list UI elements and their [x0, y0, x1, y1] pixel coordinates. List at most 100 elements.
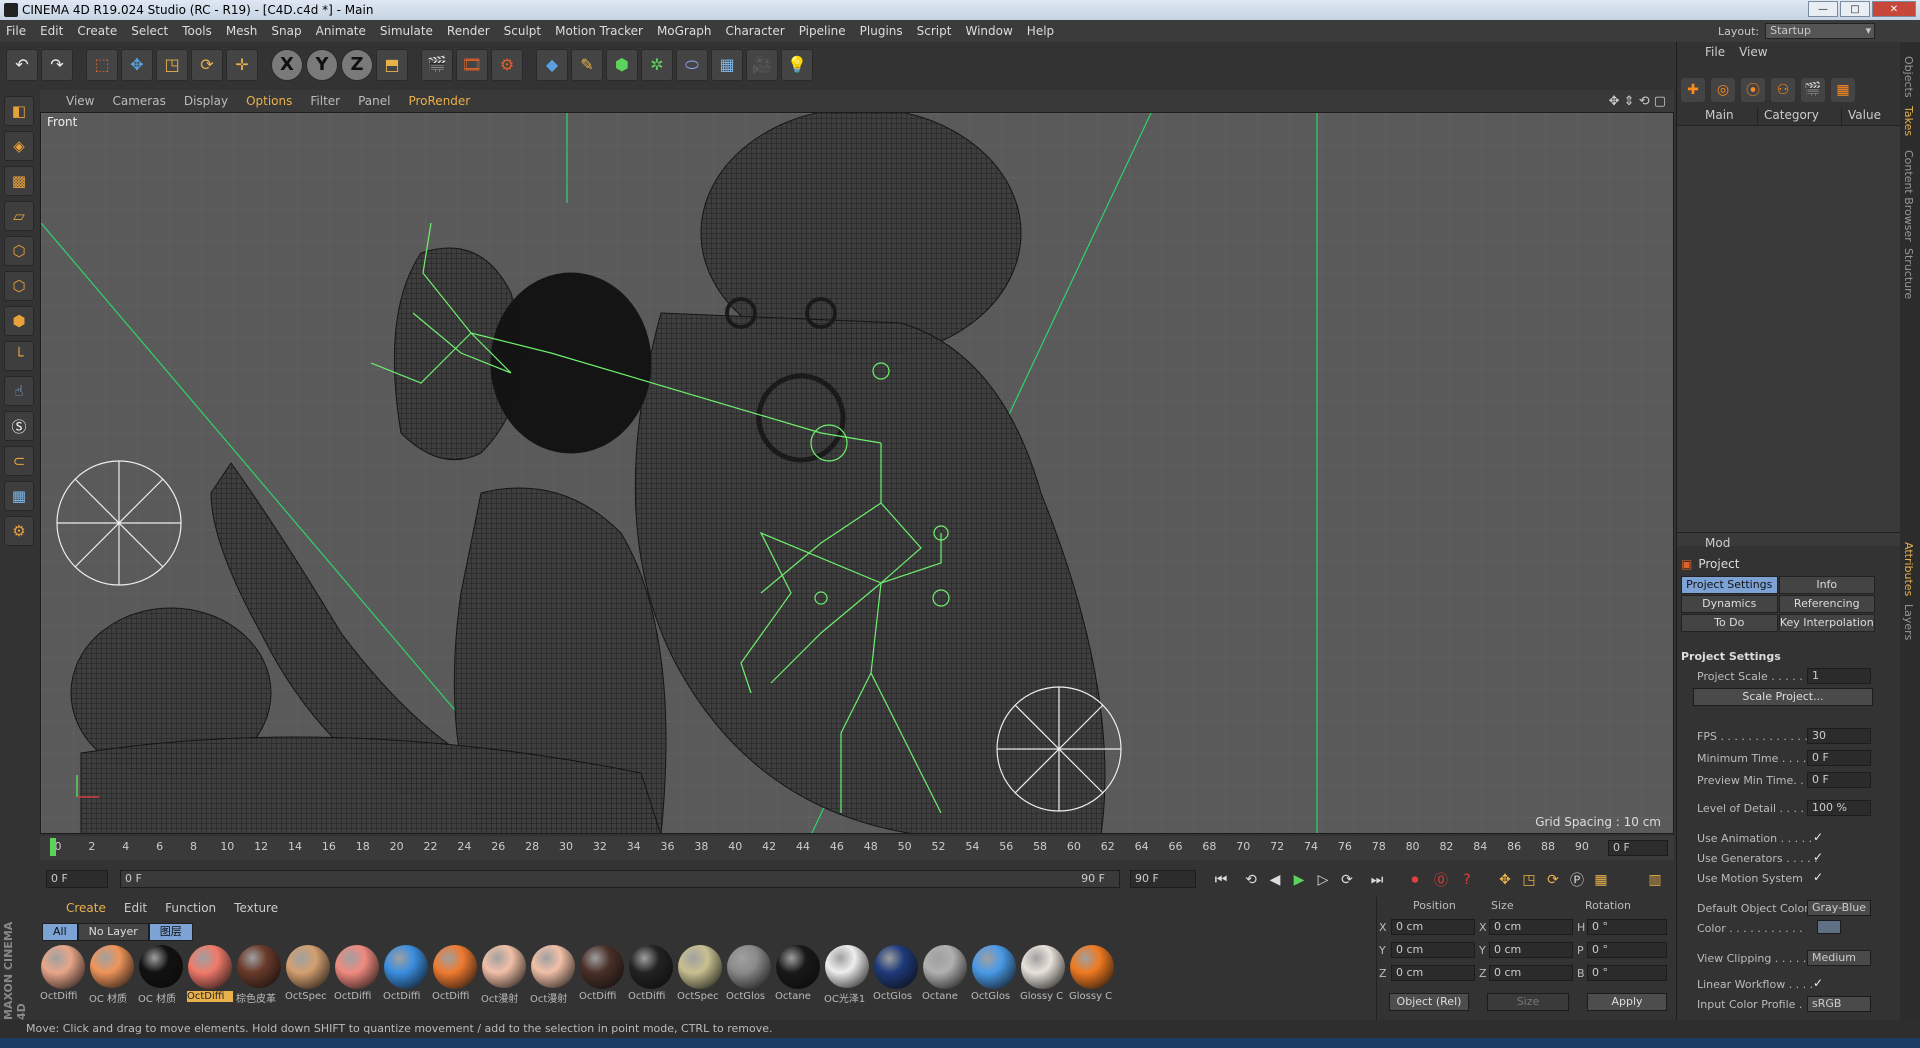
material-thumbnail[interactable]: OctDiffi	[187, 945, 233, 1005]
coordinate-mode-dropdown[interactable]: Object (Rel)	[1389, 993, 1469, 1011]
material-thumbnail[interactable]: OC 材质	[89, 945, 135, 1005]
cube-icon[interactable]: ◆	[536, 48, 568, 81]
camera-icon[interactable]: 🎥	[746, 48, 778, 81]
scale-tool-icon[interactable]: ◳	[156, 48, 188, 81]
side-tab-structure[interactable]: Structure	[1902, 248, 1915, 299]
solo-icon[interactable]: Ⓢ	[4, 411, 34, 441]
menu-snap[interactable]: Snap	[271, 24, 301, 38]
deformer-icon[interactable]: ⬭	[676, 48, 708, 81]
texture-mode-icon[interactable]: ▩	[4, 166, 34, 196]
material-thumbnail[interactable]: Glossy C	[1069, 945, 1115, 1005]
vp-menu-prorender[interactable]: ProRender	[408, 94, 470, 108]
minimize-button[interactable]: —	[1808, 1, 1838, 17]
rot-b-field[interactable]: 0 °	[1587, 965, 1667, 981]
size-mode-dropdown[interactable]: Size	[1487, 993, 1569, 1011]
tab-dynamics[interactable]: Dynamics	[1681, 595, 1778, 613]
mat-menu-function[interactable]: Function	[165, 901, 216, 915]
menu-motion-tracker[interactable]: Motion Tracker	[555, 24, 643, 38]
axis-mode-icon[interactable]: └	[4, 341, 34, 371]
workplane-lock-icon[interactable]: ▦	[4, 481, 34, 511]
material-thumbnail[interactable]: OctDiffi	[334, 945, 380, 1005]
menu-mograph[interactable]: MoGraph	[657, 24, 712, 38]
record-position-icon[interactable]: ✥	[1494, 869, 1516, 891]
takes-list[interactable]	[1677, 126, 1901, 546]
rotate-tool-icon[interactable]: ⟳	[191, 48, 223, 81]
material-thumbnail[interactable]: Glossy C	[1020, 945, 1066, 1005]
tab-referencing[interactable]: Referencing	[1778, 595, 1875, 613]
next-frame-icon[interactable]: ▷	[1312, 869, 1334, 891]
size-z-field[interactable]: 0 cm	[1489, 965, 1573, 981]
menu-select[interactable]: Select	[131, 24, 168, 38]
preview-range-slider[interactable]: 0 F 90 F	[120, 870, 1120, 888]
record-parameter-icon[interactable]: Ⓟ	[1566, 869, 1588, 891]
column-category[interactable]: Category	[1757, 108, 1841, 125]
layout-dropdown[interactable]: Startup	[1765, 23, 1876, 39]
record-scale-icon[interactable]: ◳	[1518, 869, 1540, 891]
linear-workflow-checkbox[interactable]: ✓	[1813, 976, 1823, 990]
material-thumbnail[interactable]: OctGlos	[873, 945, 919, 1005]
render-settings-icon[interactable]: ⚙	[491, 48, 523, 81]
material-thumbnail[interactable]: OC 材质	[138, 945, 184, 1005]
material-thumbnail[interactable]: OC光泽1	[824, 945, 870, 1005]
close-button[interactable]: ✕	[1872, 1, 1916, 17]
tab-project-settings[interactable]: Project Settings	[1681, 576, 1778, 594]
pos-y-field[interactable]: 0 cm	[1391, 942, 1475, 958]
material-thumbnail[interactable]: OctGlos	[971, 945, 1017, 1005]
vp-menu-options[interactable]: Options	[246, 94, 292, 108]
use-generators-checkbox[interactable]: ✓	[1813, 850, 1823, 864]
takes-camera-icon[interactable]: 🎬	[1801, 78, 1825, 102]
record-rotation-icon[interactable]: ⟳	[1542, 869, 1564, 891]
material-thumbnail[interactable]: OctDiffi	[432, 945, 478, 1005]
preview-min-time-field[interactable]: 0 F	[1807, 772, 1871, 788]
tab-key-interpolation[interactable]: Key Interpolation	[1778, 614, 1875, 632]
menu-mesh[interactable]: Mesh	[226, 24, 258, 38]
recent-tool-icon[interactable]: ✛	[226, 48, 258, 81]
menu-pipeline[interactable]: Pipeline	[799, 24, 846, 38]
takes-auto-icon[interactable]: ⚇	[1771, 78, 1795, 102]
rot-p-field[interactable]: 0 °	[1587, 942, 1667, 958]
column-value[interactable]: Value	[1841, 108, 1901, 125]
layer-tab-all[interactable]: All	[42, 923, 78, 941]
keyframe-selection-icon[interactable]: ?	[1456, 869, 1478, 891]
material-thumbnail[interactable]: OctGlos	[726, 945, 772, 1005]
move-tool-icon[interactable]: ✥	[121, 48, 153, 81]
model-mode-icon[interactable]: ◈	[4, 131, 34, 161]
tweak-mode-icon[interactable]: ☝	[4, 376, 34, 406]
material-thumbnail[interactable]: OctDiffi	[628, 945, 674, 1005]
material-thumbnail[interactable]: OctSpec	[285, 945, 331, 1005]
side-tab-takes[interactable]: Takes	[1902, 106, 1915, 136]
goto-start-icon[interactable]: ⏮	[1210, 869, 1232, 891]
menu-tools[interactable]: Tools	[182, 24, 212, 38]
menu-simulate[interactable]: Simulate	[380, 24, 433, 38]
takes-add-icon[interactable]: ✚	[1681, 78, 1705, 102]
timeline-ruler[interactable]: 0 2 4 6 8 10 12 14 16 18 20 22 24 26 28 30 32 34 36 38 40 42 4…	[40, 836, 1674, 860]
min-time-field[interactable]: 0 F	[1807, 750, 1871, 766]
menu-help[interactable]: Help	[1027, 24, 1054, 38]
menu-plugins[interactable]: Plugins	[860, 24, 903, 38]
coordinate-system-icon[interactable]: ⬒	[376, 48, 408, 81]
side-tab-content-browser[interactable]: Content Browser	[1902, 150, 1915, 242]
vp-menu-view[interactable]: View	[66, 94, 94, 108]
side-tab-layers[interactable]: Layers	[1902, 604, 1915, 640]
record-active-icon[interactable]: ⏺	[1404, 869, 1426, 891]
takes-render-icon[interactable]: ▦	[1831, 78, 1855, 102]
vp-menu-display[interactable]: Display	[184, 94, 228, 108]
menu-render[interactable]: Render	[447, 24, 490, 38]
column-main[interactable]: Main	[1677, 108, 1757, 125]
material-thumbnail[interactable]: OctDiffi	[383, 945, 429, 1005]
polygons-mode-icon[interactable]: ⬢	[4, 306, 34, 336]
prev-frame-icon[interactable]: ◀	[1264, 869, 1286, 891]
takes-override-icon[interactable]: ◎	[1711, 78, 1735, 102]
pos-z-field[interactable]: 0 cm	[1391, 965, 1475, 981]
use-animation-checkbox[interactable]: ✓	[1813, 830, 1823, 844]
quantize-icon[interactable]: ⚙	[4, 516, 34, 546]
menu-sculpt[interactable]: Sculpt	[504, 24, 541, 38]
current-frame-field[interactable]: 0 F	[1608, 840, 1668, 856]
level-of-detail-field[interactable]: 100 %	[1807, 800, 1871, 816]
attr-menu-mode[interactable]: Mod	[1705, 536, 1730, 550]
mat-menu-texture[interactable]: Texture	[234, 901, 278, 915]
view-clipping-dropdown[interactable]: Medium	[1807, 950, 1871, 966]
pos-x-field[interactable]: 0 cm	[1391, 919, 1475, 935]
size-x-field[interactable]: 0 cm	[1489, 919, 1573, 935]
workplane-icon[interactable]: ▱	[4, 201, 34, 231]
